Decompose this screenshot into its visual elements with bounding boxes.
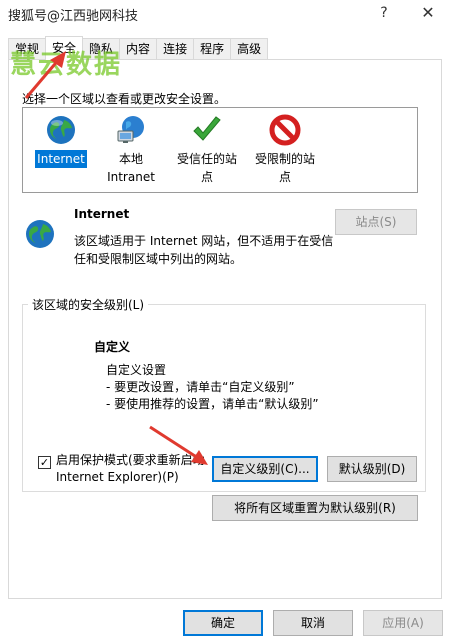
protected-mode-label-line1: 启用保护模式(要求重新启动 [56, 453, 205, 467]
security-level-title: 自定义 [94, 340, 131, 354]
help-button[interactable]: ? [370, 2, 398, 24]
zone-restricted-label: 受限制的站 [254, 152, 315, 166]
zone-trusted-label-2: 点 [200, 170, 213, 184]
security-level-description: 自定义设置 - 要更改设置，请单击“自定义级别” - 要使用推荐的设置，请单击“… [106, 362, 319, 413]
zone-local-label-2: Intranet [107, 170, 155, 184]
zone-instruction: 选择一个区域以查看或更改安全设置。 [22, 92, 227, 106]
security-level-legend: 该区域的安全级别(L) [28, 296, 149, 313]
tab-programs[interactable]: 程序 [193, 38, 232, 60]
zone-restricted-sites[interactable]: 受限制的站 点 [245, 114, 325, 186]
local-intranet-icon [117, 116, 144, 143]
level-line: - 要更改设置，请单击“自定义级别” [106, 380, 295, 394]
zone-info-title: Internet [74, 207, 130, 221]
protected-mode-label-line2: Internet Explorer)(P) [56, 470, 179, 484]
zone-local-intranet[interactable]: 本地 Intranet [95, 114, 167, 186]
zone-list: Internet 本地 Intranet 受信任的站 点 受限制的站 点 [22, 107, 418, 193]
cancel-button[interactable]: 取消 [273, 610, 353, 636]
restricted-icon [269, 114, 301, 146]
tab-advanced[interactable]: 高级 [230, 38, 269, 60]
level-line: 自定义设置 [106, 363, 167, 377]
globe-icon [47, 116, 75, 144]
title-bar: 搜狐号@江西驰网科技 ? ✕ [0, 0, 450, 28]
reset-all-zones-button[interactable]: 将所有区域重置为默认级别(R) [212, 495, 418, 521]
zone-info-description: 该区域适用于 Internet 网站，但不适用于在受信任和受限制区域中列出的网站… [74, 234, 334, 266]
protected-mode-checkbox[interactable]: ✓ [38, 456, 51, 469]
protected-mode-label: 启用保护模式(要求重新启动 Internet Explorer)(P) [56, 452, 206, 486]
custom-level-button[interactable]: 自定义级别(C)... [212, 456, 318, 482]
checkmark-icon [193, 116, 221, 141]
watermark-logo: 慧云数据 [10, 50, 123, 80]
window-title: 搜狐号@江西驰网科技 [8, 9, 139, 24]
tab-content[interactable]: 内容 [119, 38, 158, 60]
sites-button[interactable]: 站点(S) [335, 209, 417, 235]
zone-restricted-label-2: 点 [278, 170, 291, 184]
tab-connections[interactable]: 连接 [156, 38, 195, 60]
apply-button[interactable]: 应用(A) [363, 610, 443, 636]
zone-local-label: 本地 [118, 152, 143, 166]
close-button[interactable]: ✕ [414, 2, 442, 24]
level-line: - 要使用推荐的设置，请单击“默认级别” [106, 397, 319, 411]
zone-trusted-sites[interactable]: 受信任的站 点 [169, 114, 245, 186]
ok-button[interactable]: 确定 [183, 610, 263, 636]
zone-trusted-label: 受信任的站 [176, 152, 237, 166]
zone-internet[interactable]: Internet [25, 114, 97, 168]
default-level-button[interactable]: 默认级别(D) [327, 456, 417, 482]
zone-internet-label: Internet [35, 150, 87, 168]
internet-zone-globe-icon [26, 220, 54, 248]
